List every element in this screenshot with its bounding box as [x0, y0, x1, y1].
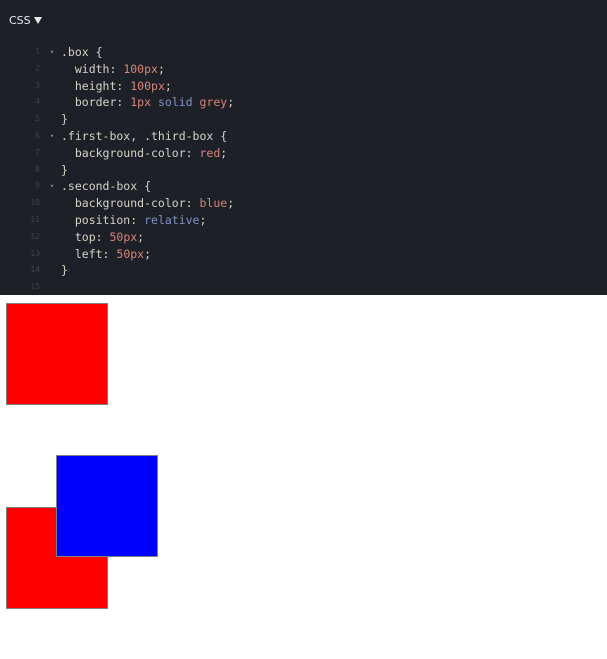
fold-arrow-icon[interactable]: ▾ [48, 128, 56, 145]
code-line[interactable]: 1 ▾ .box { [0, 44, 607, 61]
css-token: ; [227, 196, 235, 211]
line-number: 2 [35, 63, 40, 73]
css-token: ; [220, 145, 228, 160]
line-number: 8 [35, 164, 40, 174]
line-number: 5 [35, 114, 40, 124]
code-text: width: 100px; [61, 61, 165, 78]
line-number: 13 [30, 248, 40, 258]
css-token: border: [61, 95, 131, 110]
css-token: ; [157, 61, 165, 76]
code-line[interactable]: 6 ▾ .first-box, .third-box { [0, 128, 607, 145]
css-token: .first-box, .third-box { [61, 128, 228, 143]
css-token: left: [61, 246, 117, 261]
css-token: top: [61, 229, 110, 244]
css-token: .box { [61, 45, 103, 59]
code-line[interactable]: 15 [0, 279, 607, 295]
code-line[interactable]: 5} [0, 111, 607, 128]
css-value-token: grey [199, 95, 228, 110]
css-token: ; [199, 212, 207, 227]
css-token: width: [61, 61, 124, 76]
code-line[interactable]: 3 height: 100px; [0, 78, 607, 95]
code-line[interactable]: 4 border: 1px solid grey; [0, 94, 607, 111]
css-token: ; [164, 78, 172, 93]
preview-pane [0, 295, 607, 659]
code-area[interactable]: 1 ▾ .box {2 width: 100px; 3 height: 100px; 4… [0, 44, 607, 295]
css-token: .second-box { [61, 179, 152, 194]
css-token: position: [61, 212, 145, 227]
line-number: 9 [35, 181, 40, 191]
code-text: } [61, 262, 68, 279]
css-value-token: 50px [109, 229, 138, 244]
code-text: .box { [61, 44, 103, 61]
css-keyword-token: solid [157, 95, 193, 110]
line-number: 7 [35, 147, 40, 157]
css-tab[interactable]: CSS [9, 13, 42, 27]
code-line[interactable]: 2 width: 100px; [0, 61, 607, 78]
code-text: background-color: red; [61, 145, 227, 162]
code-line[interactable]: 12 top: 50px; [0, 229, 607, 246]
css-value-token: 1px [130, 95, 152, 110]
code-line[interactable]: 9 ▾ .second-box { [0, 178, 607, 195]
css-value-token: red [199, 145, 221, 160]
css-token: ; [137, 229, 145, 244]
css-token: background-color: [61, 196, 200, 211]
code-line[interactable]: 8} [0, 162, 607, 179]
css-value-token: blue [199, 196, 228, 211]
css-token: } [61, 263, 68, 278]
code-text: top: 50px; [61, 229, 144, 246]
code-text: } [61, 111, 68, 128]
css-value-token: 100px [123, 61, 158, 76]
css-token [193, 95, 200, 109]
code-text: height: 100px; [61, 78, 172, 95]
code-text: .second-box { [61, 178, 151, 195]
code-line[interactable]: 11 position: relative; [0, 212, 607, 229]
css-value-token: 50px [116, 246, 145, 261]
css-token: height: [61, 78, 131, 93]
css-token: background-color: [61, 145, 200, 160]
code-text: border: 1px solid grey; [61, 94, 234, 111]
fold-arrow-icon[interactable]: ▾ [48, 44, 56, 61]
line-number: 15 [30, 282, 40, 292]
line-number: 14 [30, 265, 40, 275]
second-box [56, 455, 158, 557]
code-text: .first-box, .third-box { [61, 128, 227, 145]
code-text: } [61, 162, 68, 179]
css-token: } [61, 112, 68, 127]
code-line[interactable]: 14} [0, 262, 607, 279]
line-number: 10 [30, 198, 40, 208]
line-number: 12 [30, 231, 40, 241]
line-number: 11 [30, 214, 40, 224]
caret-down-icon [33, 16, 42, 24]
code-text: position: relative; [61, 212, 207, 229]
css-token: } [61, 162, 68, 177]
css-value-token: 100px [130, 78, 165, 93]
css-token: ; [144, 246, 152, 261]
code-text: background-color: blue; [61, 195, 234, 212]
fold-arrow-icon[interactable]: ▾ [48, 178, 56, 195]
css-token: ; [227, 95, 235, 110]
line-number: 3 [35, 80, 40, 90]
code-line[interactable]: 10 background-color: blue; [0, 195, 607, 212]
css-editor-panel[interactable]: CSS 1 ▾ .box {2 width: 100px; 3 height: 100… [0, 0, 607, 295]
code-line[interactable]: 7 background-color: red; [0, 145, 607, 162]
css-token [151, 95, 158, 109]
code-text: left: 50px; [61, 246, 151, 263]
css-keyword-token: relative [144, 212, 200, 227]
line-number: 4 [35, 97, 40, 107]
css-tab-label: CSS [9, 13, 31, 27]
code-line[interactable]: 13 left: 50px; [0, 246, 607, 263]
first-box [6, 303, 108, 405]
line-number: 1 [35, 47, 40, 56]
line-number: 6 [35, 130, 40, 140]
